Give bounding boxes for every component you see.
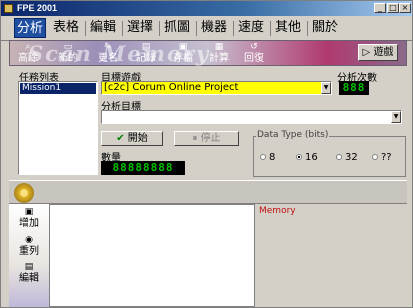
sidebar-button-label: 編輯 — [19, 273, 39, 284]
radio-label: 32 — [345, 152, 358, 163]
stop-button-label: 停止 — [200, 133, 221, 144]
toolbar-button-calc[interactable]: ▦ 計算 — [205, 42, 233, 65]
analyze-count-display: 888 — [339, 81, 369, 95]
toolbar-button-label: 高除 — [18, 53, 38, 64]
game-button[interactable]: ▷ 遊戲 — [358, 44, 398, 61]
stop-button[interactable]: ⏸ 停止 — [174, 131, 239, 146]
status-strip — [9, 180, 407, 204]
new-icon: ▭ — [63, 42, 73, 52]
app-icon — [4, 4, 13, 13]
save-icon: ▣ — [178, 42, 188, 52]
memory-title: Memory — [259, 206, 296, 216]
radio-32bit[interactable]: 32 — [336, 152, 358, 163]
record-icon: ▤ — [141, 42, 151, 52]
memory-panel: Memory — [256, 204, 407, 307]
minimize-button[interactable]: _ — [374, 3, 386, 13]
sidebar: ▣ 增加 ◉ 重列 ▤ 編輯 — [9, 204, 50, 307]
quantity-display: 88888888 — [101, 161, 185, 175]
radio-16bit[interactable]: 16 — [296, 152, 318, 163]
tab-analyze[interactable]: 分析 — [14, 18, 46, 38]
radio-dot — [372, 154, 378, 160]
sidebar-button-label: 重列 — [19, 246, 39, 257]
results-area[interactable] — [49, 204, 255, 307]
radio-label: 16 — [305, 152, 318, 163]
start-button-label: 開始 — [127, 133, 148, 144]
pause-icon: ⏸ — [192, 133, 198, 144]
chevron-down-icon[interactable]: ▼ — [391, 111, 401, 123]
tab-separator — [233, 21, 234, 36]
check-icon: ✔ — [116, 133, 125, 144]
tab-edit[interactable]: 編輯 — [88, 18, 118, 38]
tab-capture[interactable]: 抓圖 — [162, 18, 192, 38]
rename-icon: ✎ — [104, 42, 112, 52]
target-game-select[interactable]: [c2c] Corum Online Project ▼ — [101, 81, 332, 95]
sidebar-button-add[interactable]: ▣ 增加 — [15, 207, 43, 229]
tab-separator — [270, 21, 271, 36]
tab-speed[interactable]: 速度 — [236, 18, 266, 38]
title-bar[interactable]: FPE 2001 _ □ × — [1, 1, 412, 16]
tab-about[interactable]: 關於 — [310, 18, 340, 38]
start-button[interactable]: ✔ 開始 — [101, 131, 163, 146]
tab-other[interactable]: 其他 — [273, 18, 303, 38]
tab-table[interactable]: 表格 — [51, 18, 81, 38]
toolbar-button-label: 記錄 — [136, 53, 156, 64]
toolbar-button-scan[interactable]: ⌕ 高除 — [14, 42, 42, 65]
radio-dot — [336, 154, 342, 160]
data-type-group: Data Type (bits) 8 16 32 ?? — [253, 130, 406, 177]
radio-unknown-bit[interactable]: ?? — [372, 152, 392, 163]
tab-separator — [307, 21, 308, 36]
toolbar-button-label: 更名 — [98, 53, 118, 64]
play-icon: ▷ — [362, 47, 371, 58]
radio-dot — [296, 154, 302, 160]
undo-icon: ↺ — [250, 42, 258, 52]
list-item[interactable]: Mission1 — [20, 83, 96, 94]
tab-separator — [159, 21, 160, 36]
calc-icon: ▦ — [214, 42, 224, 52]
sidebar-button-relist[interactable]: ◉ 重列 — [15, 235, 43, 257]
sidebar-button-edit[interactable]: ▤ 編輯 — [15, 262, 43, 284]
close-button[interactable]: × — [399, 3, 411, 13]
toolbar-button-save[interactable]: ▣ 存檔 — [169, 42, 197, 65]
tab-bar: 分析 表格 編輯 選擇 抓圖 機器 速度 其他 關於 — [1, 16, 412, 41]
radio-8bit[interactable]: 8 — [260, 152, 275, 163]
chevron-down-icon[interactable]: ▼ — [321, 82, 331, 94]
toolbar-button-undo[interactable]: ↺ 回復 — [240, 42, 268, 65]
data-type-title: Data Type (bits) — [256, 130, 330, 140]
analyze-target-select[interactable]: ▼ — [101, 110, 402, 124]
cd-icon[interactable] — [14, 183, 34, 203]
toolbar: Scan Memory ⌕ 高除 ▭ 新的 ✎ 更名 ▤ 記錄 ▣ 存檔 ▦ 計… — [9, 40, 407, 66]
tab-separator — [122, 21, 123, 36]
radio-label: ?? — [381, 152, 392, 163]
toolbar-button-rename[interactable]: ✎ 更名 — [94, 42, 122, 65]
add-icon: ▣ — [24, 207, 34, 217]
toolbar-button-new[interactable]: ▭ 新的 — [54, 42, 82, 65]
radio-label: 8 — [269, 152, 276, 163]
toolbar-button-label: 回復 — [244, 53, 264, 64]
tab-separator — [85, 21, 86, 36]
maximize-button[interactable]: □ — [387, 3, 399, 13]
sidebar-button-label: 增加 — [19, 218, 39, 229]
app-window: FPE 2001 _ □ × 分析 表格 編輯 選擇 抓圖 機器 速度 其他 關… — [0, 0, 413, 308]
target-game-value: [c2c] Corum Online Project — [104, 82, 239, 93]
toolbar-button-label: 新的 — [58, 53, 78, 64]
task-list[interactable]: Mission1 — [18, 81, 98, 175]
scan-icon: ⌕ — [25, 42, 31, 52]
toolbar-button-record[interactable]: ▤ 記錄 — [132, 42, 160, 65]
tab-separator — [196, 21, 197, 36]
toolbar-button-label: 計算 — [209, 53, 229, 64]
toolbar-button-label: 存檔 — [173, 53, 193, 64]
game-button-label: 遊戲 — [373, 47, 394, 58]
relist-icon: ◉ — [25, 235, 33, 245]
window-title: FPE 2001 — [17, 3, 58, 13]
tab-machine[interactable]: 機器 — [199, 18, 229, 38]
edit-icon: ▤ — [24, 262, 34, 272]
tab-select[interactable]: 選擇 — [125, 18, 155, 38]
radio-dot — [260, 154, 266, 160]
